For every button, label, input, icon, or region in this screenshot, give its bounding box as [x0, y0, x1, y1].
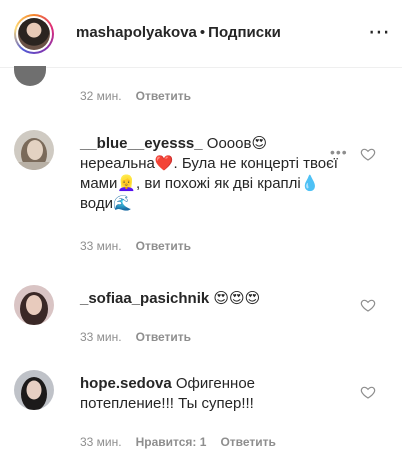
comment-text: 😍😍😍: [213, 290, 261, 307]
reply-button[interactable]: Ответить: [136, 239, 191, 253]
comment-meta: 33 мин. Нравится: 1 Ответить: [80, 434, 276, 450]
header-avatar[interactable]: [14, 14, 54, 54]
comment-username[interactable]: __blue__eyesss_: [80, 135, 203, 152]
separator-dot: •: [199, 24, 206, 41]
comment-time: 33 мин.: [80, 435, 122, 449]
comment-meta: 33 мин. Ответить: [80, 329, 191, 345]
reply-button[interactable]: Ответить: [136, 89, 191, 103]
comment-body: hope.sedova Офигенное потепление!!! Ты с…: [80, 374, 342, 414]
header-text: mashapolyakova • Подписки: [76, 24, 281, 42]
header-username[interactable]: mashapolyakova: [76, 24, 197, 41]
reply-button[interactable]: Ответить: [220, 435, 275, 449]
comment-meta: 33 мин. Ответить: [80, 238, 191, 254]
more-horizontal-icon[interactable]: ⋯: [368, 21, 391, 43]
comment-avatar[interactable]: [14, 285, 54, 325]
likes-count[interactable]: Нравится: 1: [136, 435, 207, 449]
comment-time: 33 мин.: [80, 330, 122, 344]
comment-avatar[interactable]: [14, 370, 54, 410]
comment-body: _sofiaa_pasichnik 😍😍😍: [80, 289, 342, 309]
heart-outline-icon[interactable]: [360, 146, 376, 162]
comment-time: 33 мин.: [80, 239, 122, 253]
heart-outline-icon[interactable]: [360, 384, 376, 400]
reply-button[interactable]: Ответить: [136, 330, 191, 344]
heart-outline-icon[interactable]: [360, 297, 376, 313]
previous-comment-meta: 32 мин. Ответить: [80, 88, 191, 104]
post-header: mashapolyakova • Подписки ⋯: [0, 0, 402, 68]
comment-username[interactable]: hope.sedova: [80, 375, 172, 392]
comment-avatar[interactable]: [14, 130, 54, 170]
following-button[interactable]: Подписки: [208, 24, 281, 41]
comment-username[interactable]: _sofiaa_pasichnik: [80, 290, 209, 307]
previous-comment-avatar[interactable]: [14, 66, 46, 86]
more-options-icon[interactable]: •••: [330, 144, 348, 160]
avatar-image: [18, 18, 50, 50]
comment-body: __blue__eyesss_ Оооов😍 нереальна❤️. Була…: [80, 134, 342, 214]
comment-time: 32 мин.: [80, 89, 122, 103]
